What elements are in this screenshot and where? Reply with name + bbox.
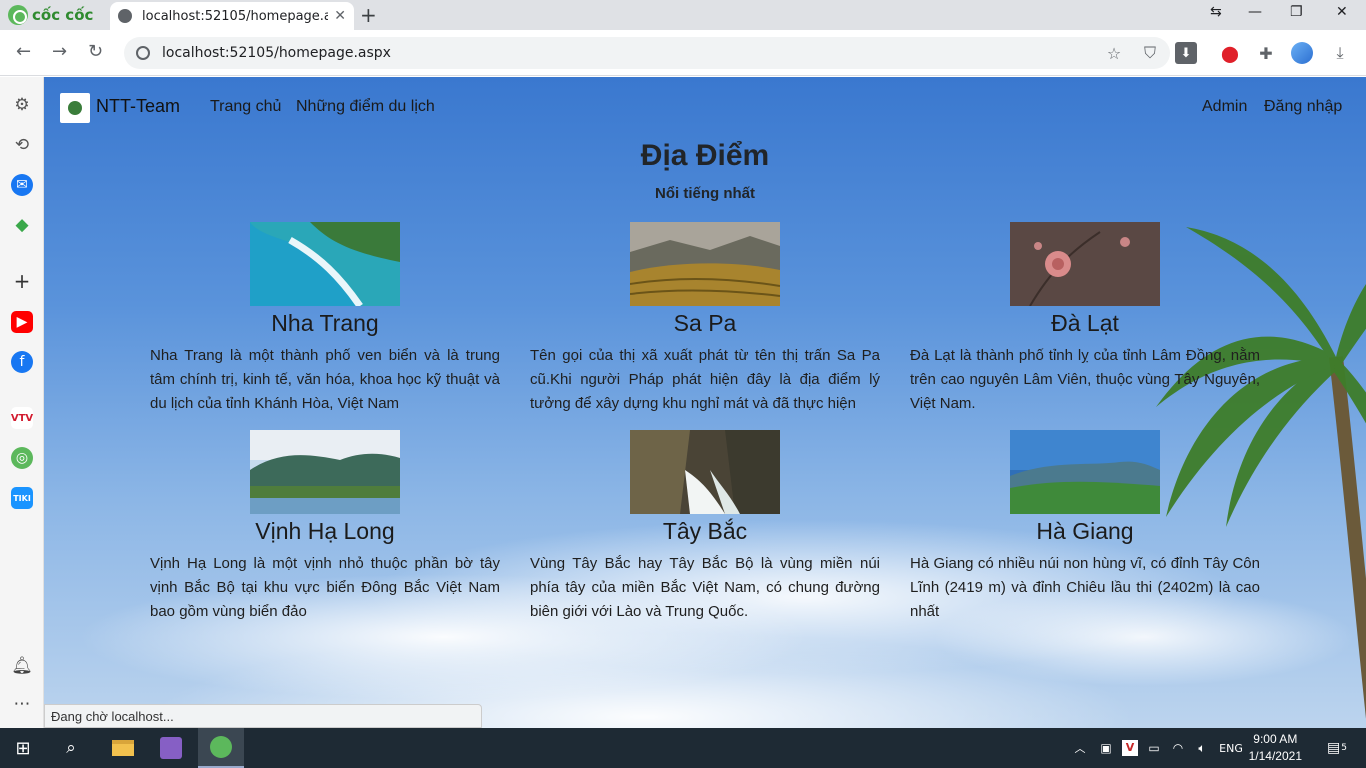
notification-bell-icon[interactable]: 🔔︎ (11, 655, 33, 677)
address-bar[interactable]: localhost:52105/homepage.aspx (124, 37, 1170, 69)
battery-icon[interactable]: ▭ (1144, 728, 1164, 768)
place-description: Vùng Tây Bắc hay Tây Bắc Bộ là vùng miền… (530, 555, 880, 620)
tray-app-icon[interactable]: ▣ (1096, 728, 1116, 768)
place-title[interactable]: Vịnh Hạ Long (150, 518, 500, 545)
visual-studio-logo-icon (160, 737, 182, 759)
forward-button[interactable]: → (52, 41, 67, 62)
coccoc-app-icon (210, 736, 232, 758)
place-card: Tây Bắc Vùng Tây Bắc hay Tây Bắc Bộ là v… (530, 430, 880, 624)
place-title[interactable]: Sa Pa (530, 310, 880, 337)
notification-center-icon[interactable]: ▤ 5 (1322, 728, 1352, 768)
place-card: Vịnh Hạ Long Vịnh Hạ Long là một vịnh nh… (150, 430, 500, 624)
extensions-icon[interactable]: ✚ (1255, 42, 1277, 64)
file-explorer-icon[interactable] (100, 728, 146, 768)
site-brand[interactable]: NTT-Team (96, 96, 180, 117)
place-card: Nha Trang Nha Trang là một thành phố ven… (150, 222, 500, 416)
messenger-icon[interactable]: ✉ (11, 174, 33, 196)
coccoc-sidebar-icon[interactable]: ◎ (11, 447, 33, 469)
language-indicator[interactable]: ENG (1216, 728, 1246, 768)
tray-v-icon[interactable]: V (1120, 728, 1140, 768)
tab-title: localhost:52105/homepage.as (142, 8, 329, 24)
youtube-icon[interactable]: ▶ (11, 311, 33, 333)
place-description: Nha Trang là một thành phố ven biển và l… (150, 347, 500, 412)
logo-mark-icon (68, 101, 82, 115)
profile-avatar-icon[interactable] (1291, 42, 1313, 64)
place-title[interactable]: Đà Lạt (910, 310, 1260, 337)
place-image-sa-pa[interactable] (630, 222, 780, 306)
nav-link-destinations[interactable]: Những điểm du lịch (296, 98, 435, 116)
place-description: Đà Lạt là thành phố tỉnh lỵ của tỉnh Lâm… (910, 347, 1260, 412)
close-tab-icon[interactable]: ✕ (334, 8, 346, 24)
nav-link-home[interactable]: Trang chủ (210, 98, 281, 116)
place-title[interactable]: Tây Bắc (530, 518, 880, 545)
browser-brand-label: cốc cốc (32, 6, 94, 24)
coccoc-logo-icon (8, 5, 28, 25)
opera-adblock-icon[interactable]: ⬤ (1219, 42, 1241, 64)
visual-studio-icon[interactable] (148, 728, 194, 768)
browser-status-bar: Đang chờ localhost... (44, 704, 482, 728)
browser-tab-bar: cốc cốc localhost:52105/homepage.as ✕ + … (0, 0, 1366, 30)
place-image-nha-trang[interactable] (250, 222, 400, 306)
site-navbar: NTT-Team Trang chủ Những điểm du lịch Ad… (44, 77, 1366, 137)
place-description: Tên gọi của thị xã xuất phát từ tên thị … (530, 347, 880, 412)
more-options-icon[interactable]: ⋯ (11, 693, 33, 715)
download-manager-icon[interactable]: ⬇ (1175, 42, 1197, 64)
place-image-ha-giang[interactable] (1010, 430, 1160, 514)
facebook-icon[interactable]: f (11, 351, 33, 373)
reload-button[interactable]: ↻ (88, 41, 103, 62)
vtv-go-icon[interactable]: VTV (11, 407, 33, 429)
v-logo-icon: V (1122, 740, 1138, 756)
notification-count-badge: 5 (1341, 743, 1347, 753)
tab-search-icon[interactable]: ⇆ (1210, 4, 1222, 20)
place-description: Vịnh Hạ Long là một vịnh nhỏ thuộc phần … (150, 555, 500, 620)
place-description: Hà Giang có nhiều núi non hùng vĩ, có đỉ… (910, 555, 1260, 620)
place-image-da-lat[interactable] (1010, 222, 1160, 306)
tiki-icon[interactable]: TIKI (11, 487, 33, 509)
place-card: Đà Lạt Đà Lạt là thành phố tỉnh lỵ của t… (910, 222, 1260, 416)
address-bar-url: localhost:52105/homepage.aspx (162, 45, 391, 61)
show-hidden-icons-chevron-icon[interactable]: ︿ (1070, 728, 1090, 768)
nav-link-admin[interactable]: Admin (1202, 98, 1247, 116)
system-clock[interactable]: 9:00 AM 1/14/2021 (1249, 731, 1302, 765)
place-card: Sa Pa Tên gọi của thị xã xuất phát từ tê… (530, 222, 880, 416)
clock-time: 9:00 AM (1253, 732, 1298, 746)
coccoc-taskbar-icon[interactable] (198, 728, 244, 768)
nav-link-login[interactable]: Đăng nhập (1264, 98, 1342, 116)
place-image-vinh-ha-long[interactable] (250, 430, 400, 514)
windows-taskbar: ⊞ ⌕ ︿ ▣ V ▭ ◠ 🔈︎ ENG 9:00 AM 1/14/2021 ▤… (0, 728, 1366, 768)
download-icon[interactable]: ⤓ (1329, 42, 1351, 64)
page-title: Địa Điểm (640, 139, 770, 172)
browser-toolbar: ← → ↻ localhost:52105/homepage.aspx ☆ ⛉ … (0, 30, 1366, 76)
minimize-button[interactable]: — (1248, 4, 1262, 20)
bookmark-star-icon[interactable]: ☆ (1103, 42, 1125, 64)
notification-icon: ▤ (1327, 740, 1341, 756)
clock-date: 1/14/2021 (1248, 749, 1302, 763)
folder-icon (112, 740, 134, 756)
page-subtitle: Nổi tiếng nhất (655, 185, 755, 202)
wifi-icon[interactable]: ◠ (1168, 728, 1188, 768)
browser-tab[interactable]: localhost:52105/homepage.as ✕ (110, 2, 354, 30)
search-icon[interactable]: ⌕ (48, 728, 94, 768)
back-button[interactable]: ← (16, 41, 31, 62)
place-title[interactable]: Hà Giang (910, 518, 1260, 545)
windows-start-icon[interactable]: ⊞ (0, 728, 46, 768)
site-info-icon[interactable] (136, 46, 150, 60)
browser-sidebar: ⚙ ⟲ ✉ ◆ + ▶ f VTV ◎ TIKI 🔔︎ ⋯ (0, 77, 44, 728)
coccoc-logo[interactable]: cốc cốc (8, 4, 93, 26)
site-logo[interactable] (60, 93, 90, 123)
webpage: NTT-Team Trang chủ Những điểm du lịch Ad… (44, 77, 1366, 728)
new-tab-button[interactable]: + (360, 3, 377, 27)
place-title[interactable]: Nha Trang (150, 310, 500, 337)
shield-icon[interactable]: ⛉ (1139, 42, 1161, 64)
place-image-tay-bac[interactable] (630, 430, 780, 514)
game-controller-icon[interactable]: ◆ (11, 214, 33, 236)
place-card: Hà Giang Hà Giang có nhiều núi non hùng … (910, 430, 1260, 624)
maximize-button[interactable]: ❐ (1290, 4, 1303, 20)
globe-icon (118, 9, 132, 23)
add-sidebar-item-icon[interactable]: + (11, 269, 33, 293)
history-icon[interactable]: ⟲ (11, 134, 33, 156)
volume-icon[interactable]: 🔈︎ (1192, 728, 1212, 768)
close-window-button[interactable]: ✕ (1336, 4, 1348, 20)
settings-icon[interactable]: ⚙ (11, 94, 33, 116)
